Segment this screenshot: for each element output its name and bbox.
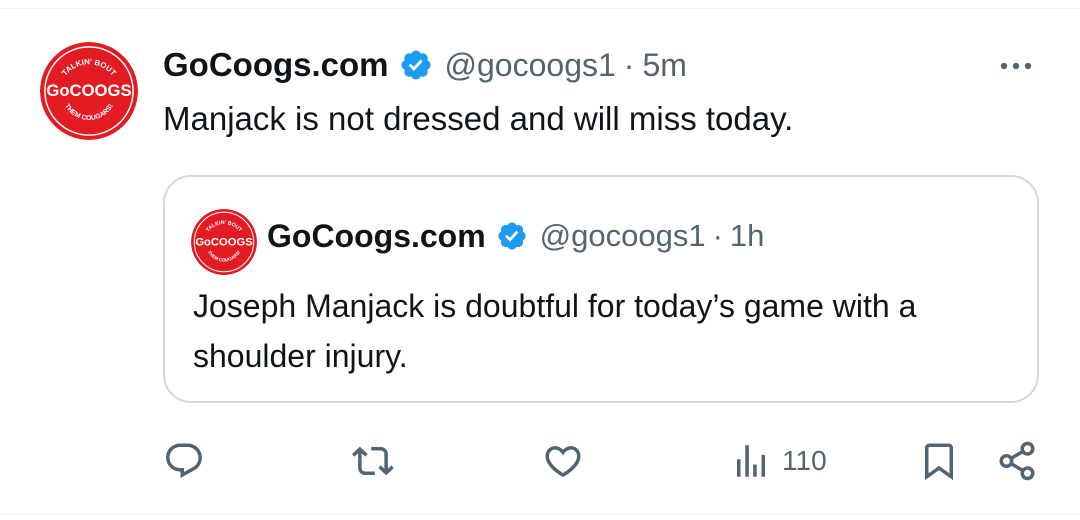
- views-icon: [737, 445, 765, 477]
- gocoogs-logo: TALKIN' BOUT GoCOOGS THEM COUGARS!: [191, 209, 257, 275]
- verified-badge-icon: [496, 220, 528, 252]
- retweet-icon: [352, 446, 394, 476]
- share-button[interactable]: [996, 436, 1038, 486]
- handle[interactable]: @gocoogs1: [445, 47, 616, 84]
- action-bar: 110: [0, 436, 1080, 486]
- quoted-tweet-text: Joseph Manjack is doubtful for today’s g…: [193, 288, 917, 374]
- tweet-view: TALKIN' BOUT GoCOOGS THEM COUGARS! GoCoo…: [0, 0, 1080, 520]
- reply-icon: [166, 443, 202, 478]
- display-name[interactable]: GoCoogs.com: [163, 46, 389, 84]
- quoted-tweet[interactable]: TALKIN' BOUT GoCOOGS THEM COUGARS! GoCoo…: [163, 175, 1039, 403]
- retweet-button[interactable]: [352, 436, 394, 486]
- separator-dot: ·: [712, 218, 723, 253]
- avatar[interactable]: TALKIN' BOUT GoCOOGS THEM COUGARS!: [40, 42, 138, 140]
- like-icon: [545, 446, 581, 478]
- bookmark-icon: [925, 443, 953, 481]
- separator-dot: ·: [623, 46, 635, 83]
- timestamp[interactable]: 5m: [642, 47, 686, 84]
- logo-main-text: GoCOOGS: [195, 236, 253, 248]
- bookmark-button[interactable]: [918, 436, 960, 486]
- like-button[interactable]: [542, 436, 584, 486]
- bottom-divider: [0, 514, 1080, 515]
- reply-button[interactable]: [163, 436, 205, 486]
- more-dots-icon: [1000, 62, 1032, 70]
- more-options-button[interactable]: [996, 52, 1036, 80]
- logo-main-text: GoCOOGS: [46, 81, 131, 100]
- quoted-handle: @gocoogs1: [539, 218, 706, 253]
- tweet-text: Manjack is not dressed and will miss tod…: [163, 100, 794, 137]
- tweet-header: GoCoogs.com @gocoogs1 · 5m: [163, 44, 687, 86]
- top-divider: [0, 8, 1080, 9]
- share-icon: [999, 441, 1035, 481]
- views-button[interactable]: 110: [730, 436, 827, 486]
- quoted-timestamp: 1h: [729, 218, 765, 253]
- views-count: 110: [782, 445, 827, 476]
- gocoogs-logo: TALKIN' BOUT GoCOOGS THEM COUGARS!: [40, 42, 138, 140]
- quoted-header: GoCoogs.com @gocoogs1 · 1h: [267, 215, 764, 257]
- verified-badge-icon: [399, 48, 433, 82]
- quoted-display-name: GoCoogs.com: [267, 217, 486, 254]
- quoted-avatar: TALKIN' BOUT GoCOOGS THEM COUGARS!: [191, 209, 257, 275]
